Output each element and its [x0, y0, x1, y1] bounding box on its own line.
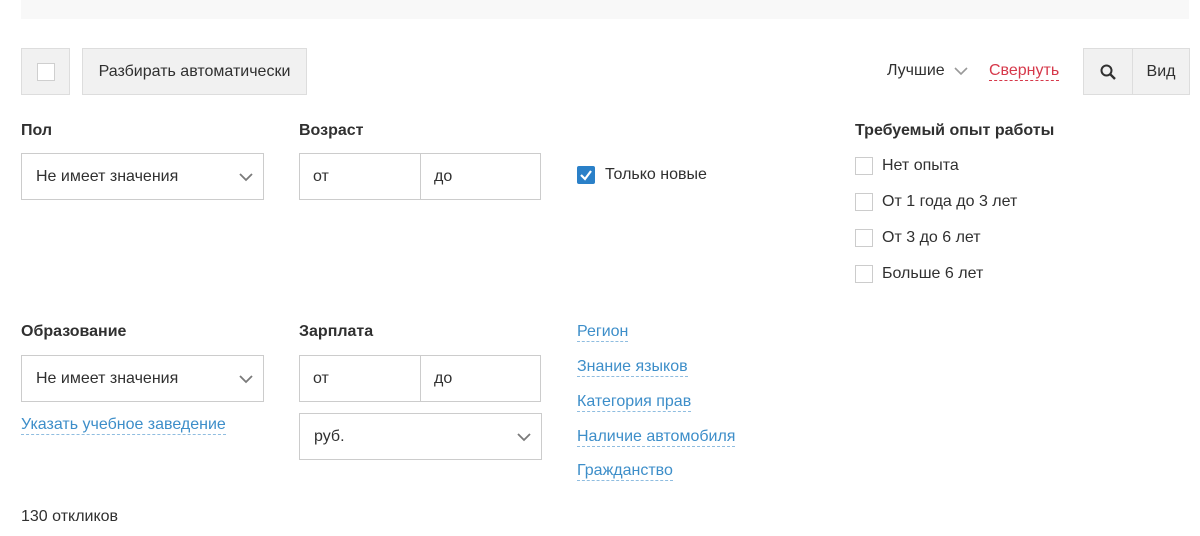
- age-from-placeholder: от: [313, 167, 329, 185]
- chevron-down-icon: [954, 67, 968, 76]
- experience-option-6plus[interactable]: Больше 6 лет: [882, 265, 983, 283]
- sort-label: Лучшие: [887, 62, 945, 79]
- salary-from-input[interactable]: от: [299, 355, 422, 402]
- age-label: Возраст: [299, 122, 364, 139]
- car-ownership-link[interactable]: Наличие автомобиля: [577, 428, 736, 447]
- top-panel: [21, 0, 1189, 19]
- experience-label: Требуемый опыт работы: [855, 122, 1055, 139]
- education-value: Не имеет значения: [36, 369, 179, 387]
- sort-dropdown[interactable]: Лучшие: [887, 62, 968, 80]
- checkbox-icon: [36, 62, 55, 81]
- responses-count: 130 откликов: [21, 508, 119, 525]
- salary-label: Зарплата: [299, 323, 374, 340]
- experience-option-1-3[interactable]: От 1 года до 3 лет: [882, 193, 1017, 211]
- currency-select[interactable]: руб.: [299, 413, 542, 460]
- only-new-label[interactable]: Только новые: [605, 166, 707, 184]
- experience-option-none[interactable]: Нет опыта: [882, 157, 959, 175]
- chevron-down-icon: [517, 433, 531, 442]
- salary-to-placeholder: до: [434, 369, 453, 387]
- auto-sort-label: Разбирать автоматически: [98, 62, 291, 80]
- experience-checkbox-1-3[interactable]: [855, 193, 873, 211]
- collapse-link[interactable]: Свернуть: [989, 62, 1060, 81]
- age-to-input[interactable]: до: [420, 153, 541, 200]
- education-label: Образование: [21, 323, 127, 340]
- view-label: Вид: [1146, 62, 1176, 80]
- currency-value: руб.: [314, 427, 345, 445]
- search-icon: [1100, 64, 1116, 80]
- salary-to-input[interactable]: до: [420, 355, 541, 402]
- select-all-checkbox-button[interactable]: [21, 48, 70, 95]
- auto-sort-button[interactable]: Разбирать автоматически: [82, 48, 307, 95]
- experience-checkbox-none[interactable]: [855, 157, 873, 175]
- experience-checkbox-3-6[interactable]: [855, 229, 873, 247]
- experience-option-3-6[interactable]: От 3 до 6 лет: [882, 229, 981, 247]
- gender-label: Пол: [21, 122, 53, 139]
- citizenship-link[interactable]: Гражданство: [577, 462, 673, 481]
- checkmark-icon: [580, 170, 592, 181]
- gender-value: Не имеет значения: [36, 167, 179, 185]
- education-select[interactable]: Не имеет значения: [21, 355, 264, 402]
- chevron-down-icon: [239, 173, 253, 182]
- chevron-down-icon: [239, 375, 253, 384]
- only-new-checkbox[interactable]: [577, 166, 595, 184]
- age-from-input[interactable]: от: [299, 153, 422, 200]
- age-to-placeholder: до: [434, 167, 453, 185]
- license-category-link[interactable]: Категория прав: [577, 393, 692, 412]
- languages-link[interactable]: Знание языков: [577, 358, 688, 377]
- search-button[interactable]: [1083, 48, 1133, 95]
- specify-institution-link[interactable]: Указать учебное заведение: [21, 416, 226, 435]
- salary-from-placeholder: от: [313, 369, 329, 387]
- region-link[interactable]: Регион: [577, 323, 629, 342]
- gender-select[interactable]: Не имеет значения: [21, 153, 264, 200]
- experience-checkbox-6plus[interactable]: [855, 265, 873, 283]
- view-button[interactable]: Вид: [1132, 48, 1190, 95]
